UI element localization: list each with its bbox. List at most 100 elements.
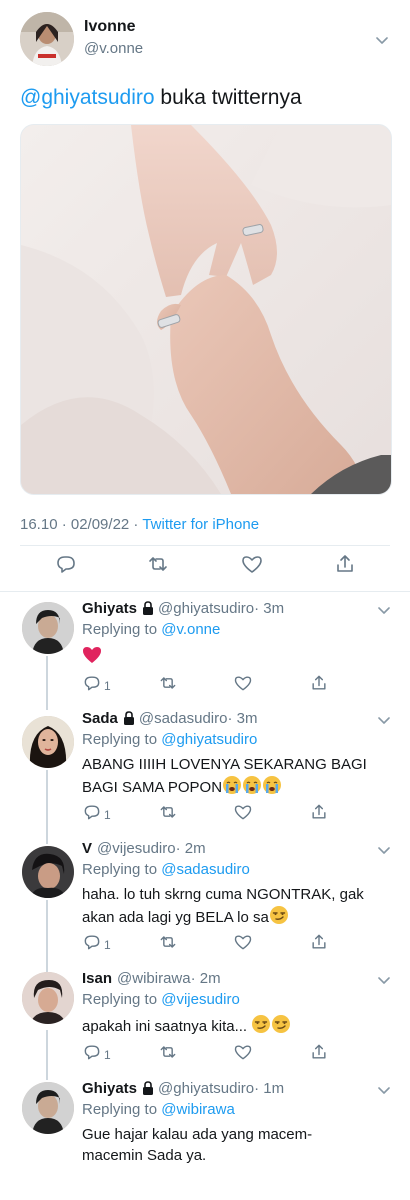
reply-button[interactable]: 1 [82, 802, 111, 822]
share-button[interactable] [309, 673, 329, 693]
reply-author-name[interactable]: Ghiyats [82, 600, 137, 617]
retweet-button[interactable] [158, 1042, 178, 1062]
retweet-icon [160, 936, 176, 948]
replying-label: Replying to [82, 991, 162, 1008]
share-button[interactable] [309, 932, 329, 952]
retweet-icon[interactable] [146, 552, 170, 576]
reply-tweet[interactable]: Sada @sadasudiro· 3m Replying to @ghiyats… [0, 702, 410, 844]
share-icon [312, 1044, 326, 1059]
reply-time: · 3m [227, 710, 258, 727]
author-handle[interactable]: @v.onne [84, 40, 143, 57]
thread-line [46, 770, 48, 844]
share-icon [312, 804, 326, 819]
like-button[interactable] [233, 932, 253, 952]
replying-to-link[interactable]: @v.onne [161, 621, 220, 638]
thread-line [46, 1076, 48, 1080]
replying-to-link[interactable]: @sadasudiro [161, 861, 250, 878]
avatar[interactable] [22, 602, 74, 654]
reply-tweet[interactable]: Ghiyats @ghiyatsudiro· 1m Replying to @wi… [0, 1076, 410, 1200]
retweet-button[interactable] [158, 673, 178, 693]
reply-handle[interactable]: @sadasudiro [139, 710, 228, 727]
like-button[interactable] [233, 802, 253, 822]
reply-icon [84, 1045, 100, 1060]
heart-icon [234, 805, 252, 820]
chevron-down-icon[interactable] [376, 602, 392, 618]
reply-author-name[interactable]: V [82, 840, 92, 857]
reply-count: 1 [104, 808, 111, 822]
reply-actions: 1 [82, 1042, 342, 1064]
reply-button[interactable]: 1 [82, 1042, 111, 1062]
share-button[interactable] [309, 1042, 329, 1062]
main-tweet: Ivonne @v.onne @ghiyatsudiro buka twitte… [0, 0, 410, 592]
reply-button[interactable]: 1 [82, 932, 111, 952]
reply-text-content: apakah ini saatnya kita... [82, 1018, 252, 1035]
replying-to: Replying to @ghiyatsudiro [82, 731, 257, 748]
reply-time: · 2m [190, 970, 221, 987]
reply-handle[interactable]: @wibirawa [117, 970, 191, 987]
retweet-icon [160, 1046, 176, 1058]
reply-author-name[interactable]: Isan [82, 970, 112, 987]
reply-handle[interactable]: @ghiyatsudiro [158, 600, 254, 617]
replying-to-link[interactable]: @vijesudiro [161, 991, 240, 1008]
share-button[interactable] [309, 802, 329, 822]
tweet-text: @ghiyatsudiro buka twitternya [20, 86, 302, 110]
reply-tweet[interactable]: Isan @wibirawa· 2m Replying to @vijesudir… [0, 966, 410, 1080]
tweet-actions [20, 552, 390, 582]
chevron-down-icon[interactable] [376, 972, 392, 988]
like-button[interactable] [233, 1042, 253, 1062]
reply-header: Isan @wibirawa· 2m [82, 970, 221, 987]
reply-handle[interactable]: @ghiyatsudiro [158, 1080, 254, 1097]
smirk-emoji-icon [271, 1014, 291, 1040]
tweet-timestamp[interactable]: 16.10 · 02/09/22 · [20, 516, 142, 533]
reply-author-name[interactable]: Ghiyats [82, 1080, 137, 1097]
reply-handle[interactable]: @vijesudiro [97, 840, 176, 857]
heart-emoji-icon [82, 645, 102, 671]
reply-icon [84, 805, 100, 820]
thread-line [46, 836, 48, 842]
reply-button[interactable]: 1 [82, 673, 111, 693]
share-icon [312, 934, 326, 949]
reply-tweet[interactable]: Ghiyats @ghiyatsudiro· 3m Replying to @v.… [0, 592, 410, 710]
avatar[interactable] [22, 716, 74, 768]
chevron-down-icon[interactable] [374, 32, 390, 48]
lock-icon [123, 711, 135, 729]
avatar[interactable] [22, 972, 74, 1024]
share-icon[interactable] [333, 552, 357, 576]
reply-text: haha. lo tuh skrng cuma NGONTRAK, gak ak… [82, 884, 387, 931]
avatar[interactable] [22, 846, 74, 898]
reply-header: Sada @sadasudiro· 3m [82, 710, 257, 729]
lock-icon [142, 601, 154, 619]
avatar[interactable] [22, 1082, 74, 1134]
retweet-button[interactable] [158, 802, 178, 822]
reply-text [82, 645, 382, 671]
like-button[interactable] [233, 673, 253, 693]
heart-icon[interactable] [240, 552, 264, 576]
author-name[interactable]: Ivonne [84, 18, 136, 36]
replying-to-link[interactable]: @wibirawa [161, 1101, 235, 1118]
reply-tweet[interactable]: V @vijesudiro· 2m Replying to @sadasudiro… [0, 836, 410, 970]
crying-emoji-icon [222, 775, 242, 801]
tweet-photo[interactable] [20, 124, 392, 495]
replying-label: Replying to [82, 861, 162, 878]
reply-header: Ghiyats @ghiyatsudiro· 1m [82, 1080, 284, 1099]
avatar[interactable] [20, 12, 74, 66]
chevron-down-icon[interactable] [376, 1082, 392, 1098]
reply-icon [84, 676, 100, 691]
replying-label: Replying to [82, 1101, 162, 1118]
reply-text: ABANG IIIIH LOVENYA SEKARANG BAGI BAGI S… [82, 754, 372, 801]
tweet-body: buka twitternya [154, 86, 302, 109]
chevron-down-icon[interactable] [376, 842, 392, 858]
replying-label: Replying to [82, 621, 162, 638]
smirk-emoji-icon [269, 905, 289, 931]
thread-line [46, 900, 48, 970]
reply-icon[interactable] [54, 552, 78, 576]
tweet-source[interactable]: Twitter for iPhone [142, 516, 259, 533]
mention-link[interactable]: @ghiyatsudiro [20, 86, 155, 109]
heart-icon [234, 1045, 252, 1060]
reply-time: · 3m [254, 600, 285, 617]
reply-text: Gue hajar kalau ada yang macem-macemin S… [82, 1124, 352, 1166]
replying-to-link[interactable]: @ghiyatsudiro [161, 731, 257, 748]
reply-author-name[interactable]: Sada [82, 710, 118, 727]
chevron-down-icon[interactable] [376, 712, 392, 728]
retweet-button[interactable] [158, 932, 178, 952]
